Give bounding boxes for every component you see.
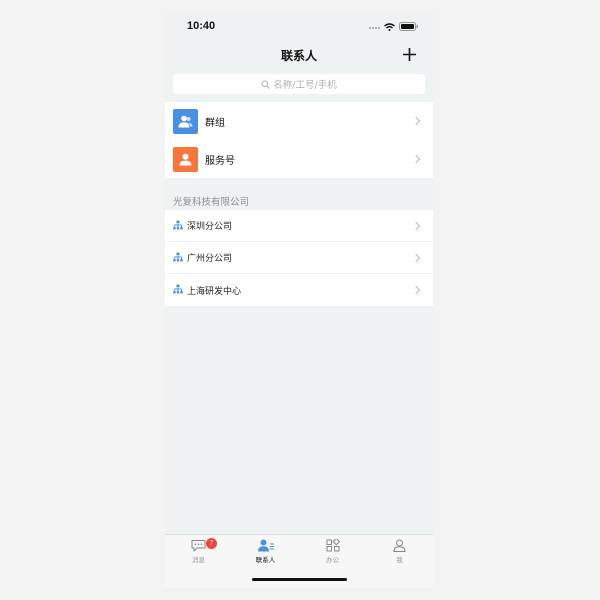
status-bar: 10:40 [165, 12, 433, 42]
profile-icon [393, 539, 406, 552]
tab-label: 联系人 [255, 556, 276, 564]
department-item[interactable]: 广州分公司 [165, 242, 433, 274]
signal-icon [369, 27, 380, 29]
status-time: 10:40 [187, 20, 216, 32]
group-icon [173, 108, 198, 134]
department-list: 深圳分公司 广州分公司 上海研发中心 [165, 210, 433, 306]
department-item[interactable]: 上海研发中心 [165, 274, 433, 306]
department-label: 广州分公司 [187, 254, 233, 264]
add-button[interactable] [399, 43, 419, 65]
tab-office[interactable]: 办公 [299, 539, 366, 569]
list-item-service[interactable]: 服务号 [165, 140, 433, 178]
unread-badge: 7 [206, 538, 217, 549]
chevron-right-icon [411, 285, 421, 295]
phone-screen: 10:40 联系人 名称/工号/手机 群组 服务号 光复科技有限公司 深圳分公司… [165, 12, 433, 588]
org-tree-icon [173, 284, 183, 294]
tab-label: 消息 [192, 556, 205, 564]
department-label: 深圳分公司 [187, 222, 233, 232]
tab-messages[interactable]: 7 消息 [165, 538, 232, 569]
home-indicator [252, 578, 347, 581]
chat-icon [191, 540, 206, 552]
list-item-group[interactable]: 群组 [165, 102, 433, 140]
tab-label: 办公 [326, 556, 339, 564]
user-icon [173, 146, 198, 172]
tab-label: 我 [396, 556, 403, 564]
company-name: 光复科技有限公司 [173, 197, 250, 208]
quick-access-list: 群组 服务号 [165, 102, 433, 178]
tab-contacts[interactable]: 联系人 [232, 539, 299, 569]
department-item[interactable]: 深圳分公司 [165, 210, 433, 242]
plus-icon [402, 47, 416, 61]
chevron-right-icon [411, 154, 421, 164]
contacts-icon [257, 539, 274, 552]
nav-bar: 联系人 [165, 42, 433, 70]
search-placeholder: 名称/工号/手机 [273, 80, 337, 91]
wifi-icon [384, 22, 395, 31]
apps-icon [326, 539, 340, 552]
department-label: 上海研发中心 [187, 286, 242, 297]
chevron-right-icon [411, 221, 421, 230]
chevron-right-icon [411, 253, 421, 262]
org-tree-icon [173, 220, 183, 230]
tab-me[interactable]: 我 [366, 539, 433, 569]
page-title: 联系人 [280, 49, 317, 63]
search-icon [261, 80, 271, 89]
battery-icon [399, 22, 418, 31]
org-tree-icon [173, 252, 183, 262]
status-icons [368, 22, 419, 31]
list-item-label: 服务号 [205, 155, 235, 167]
chevron-right-icon [411, 116, 421, 126]
search-input[interactable]: 名称/工号/手机 [173, 74, 425, 94]
list-item-label: 群组 [205, 117, 225, 129]
